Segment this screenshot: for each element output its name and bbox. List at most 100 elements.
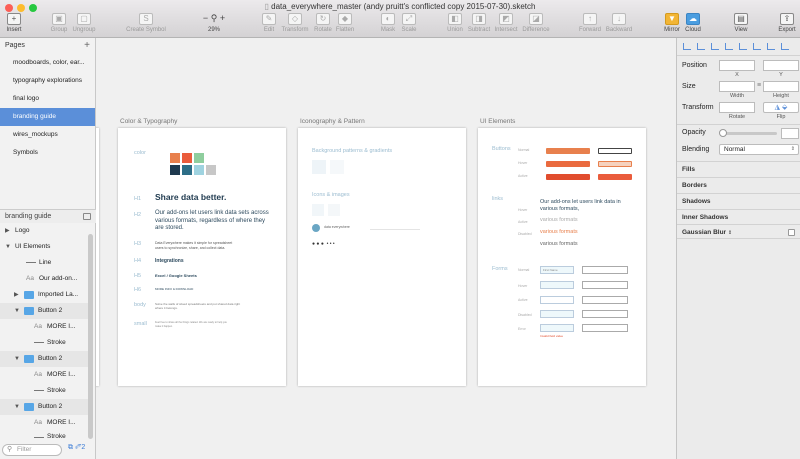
disclosure-right-icon[interactable]: ▶ [14, 287, 19, 303]
layer-row[interactable]: ▼ UI Elements [0, 239, 88, 255]
borders-section[interactable]: Borders [677, 177, 800, 192]
view-button[interactable]: ▤ View [730, 13, 752, 33]
chevron-updown-icon[interactable]: ⇕ [728, 230, 732, 236]
chevron-updown-icon: ⇕ [790, 146, 795, 152]
blur-checkbox[interactable] [788, 229, 795, 236]
artboard-label[interactable]: Iconography & Pattern [300, 118, 365, 125]
layer-row[interactable]: Aa Our add-on... [0, 271, 88, 287]
width-field[interactable] [719, 81, 755, 92]
page-item[interactable]: Symbols [0, 144, 95, 162]
artboard-ui-elements[interactable]: Buttons Normal Hover Active links Our ad… [478, 128, 646, 386]
align-top-icon[interactable] [739, 43, 747, 50]
layer-row[interactable]: ▼ Button 2 [0, 399, 88, 415]
page-item-selected[interactable]: branding guide [0, 108, 95, 126]
scale-button[interactable]: ⤢ Scale [398, 13, 420, 33]
disclosure-down-icon[interactable]: ▼ [14, 351, 20, 367]
page-item[interactable]: final logo [0, 90, 95, 108]
opacity-slider-knob[interactable] [719, 129, 727, 137]
add-page-icon[interactable]: + [84, 38, 90, 54]
disclosure-down-icon[interactable]: ▼ [14, 303, 20, 319]
align-bottom-icon[interactable] [767, 43, 775, 50]
align-right-icon[interactable] [711, 43, 719, 50]
cloud-button[interactable]: ☁ Cloud [682, 13, 704, 33]
layer-row[interactable]: Aa MORE I... [0, 415, 88, 431]
disclosure-right-icon[interactable]: ▶ [5, 223, 10, 239]
layer-row[interactable]: ▼ Button 2 [0, 351, 88, 367]
layer-tools[interactable]: ⧉ ✐2 [68, 444, 85, 452]
distribute-vertical-icon[interactable] [781, 43, 789, 50]
zoom-out-icon[interactable]: − [203, 13, 208, 23]
text-layer-icon: Aa [34, 323, 42, 330]
artboard-label[interactable]: UI Elements [480, 118, 515, 125]
shadows-section[interactable]: Shadows [677, 193, 800, 208]
page-item[interactable]: moodboards, color, ear... [0, 54, 95, 72]
page-item[interactable]: typography explorations [0, 72, 95, 90]
layer-row[interactable]: Stroke [0, 335, 88, 351]
collapse-icon[interactable] [83, 213, 91, 220]
opacity-field[interactable] [781, 128, 799, 139]
export-button[interactable]: ⇪ Export [776, 13, 798, 33]
subtract-button[interactable]: ◨ Subtract [466, 13, 492, 33]
artboard-iconography-pattern[interactable]: Background patterns & gradients Icons & … [298, 128, 466, 386]
flatten-button[interactable]: ◆ Flatten [334, 13, 356, 33]
pages-toggle-icon[interactable]: ⧉ [68, 444, 73, 451]
button-outline [598, 148, 632, 154]
layers-scrollbar[interactable] [88, 234, 93, 439]
union-button[interactable]: ◧ Union [444, 13, 466, 33]
artboard-partial[interactable] [96, 128, 99, 386]
zoom-control[interactable]: − ⚲ +29% [198, 13, 230, 33]
canvas[interactable]: Color & Typography color H1 Share data b… [96, 38, 676, 459]
layer-row[interactable]: ▼ Button 2 [0, 303, 88, 319]
transform-button[interactable]: ◇ Transform [280, 13, 310, 33]
layer-row[interactable]: Stroke [0, 431, 88, 443]
artboard-label[interactable]: Color & Typography [120, 118, 177, 125]
lock-ratio-icon[interactable]: ≡ [757, 82, 761, 89]
flip-horizontal-icon[interactable]: ◮ [775, 104, 780, 111]
rotate-button[interactable]: ↻ Rotate [312, 13, 334, 33]
difference-button[interactable]: ◪ Difference [520, 13, 552, 33]
disclosure-down-icon[interactable]: ▼ [14, 399, 20, 415]
input-sample [540, 296, 574, 304]
zoom-in-icon[interactable]: + [220, 13, 225, 23]
disclosure-down-icon[interactable]: ▼ [5, 239, 11, 255]
gaussian-blur-section[interactable]: Gaussian Blur ⇕ [677, 224, 800, 239]
height-field[interactable] [763, 81, 799, 92]
flip-buttons[interactable]: ◮ ⬙ [763, 102, 799, 113]
group-button[interactable]: ▣ Group [48, 13, 70, 33]
ungroup-button[interactable]: ▢ Ungroup [70, 13, 98, 33]
align-left-icon[interactable] [683, 43, 691, 50]
rotate-field[interactable] [719, 102, 755, 113]
create-symbol-button[interactable]: S Create Symbol [124, 13, 168, 33]
layer-row[interactable]: Aa MORE I... [0, 319, 88, 335]
swatch [182, 153, 192, 163]
forward-button[interactable]: ↑ Forward [577, 13, 603, 33]
align-center-icon[interactable] [697, 43, 705, 50]
fills-section[interactable]: Fills [677, 161, 800, 176]
layer-row[interactable]: ▶ Imported La... [0, 287, 88, 303]
select-sample [582, 324, 628, 332]
layer-row[interactable]: Aa MORE I... [0, 367, 88, 383]
layer-row[interactable]: Stroke [0, 383, 88, 399]
distribute-horizontal-icon[interactable] [725, 43, 733, 50]
y-field[interactable] [763, 60, 799, 71]
edit-button[interactable]: ✎ Edit [260, 13, 278, 33]
opacity-slider[interactable] [721, 132, 777, 135]
filter-input[interactable]: ⚲ Filter [2, 444, 62, 456]
flip-vertical-icon[interactable]: ⬙ [782, 104, 787, 111]
select-sample [582, 310, 628, 318]
mirror-button[interactable]: ▼ Mirror [660, 13, 684, 33]
type-tag: H4 [134, 258, 142, 264]
align-middle-icon[interactable] [753, 43, 761, 50]
inner-shadows-section[interactable]: Inner Shadows [677, 209, 800, 224]
blending-select[interactable]: Normal ⇕ [719, 144, 799, 155]
layer-row[interactable]: ▶ Logo [0, 223, 88, 239]
mask-button[interactable]: ◐ Mask [378, 13, 398, 33]
backward-button[interactable]: ↓ Backward [604, 13, 634, 33]
page-item[interactable]: wires_mockups [0, 126, 95, 144]
intersect-button[interactable]: ◩ Intersect [492, 13, 520, 33]
layer-row[interactable]: Line [0, 255, 88, 271]
layer-label: Our add-on... [39, 275, 78, 282]
x-field[interactable] [719, 60, 755, 71]
artboard-color-typography[interactable]: color H1 Share data better. H2 Our add-o… [118, 128, 286, 386]
insert-button[interactable]: + Insert [4, 13, 24, 33]
